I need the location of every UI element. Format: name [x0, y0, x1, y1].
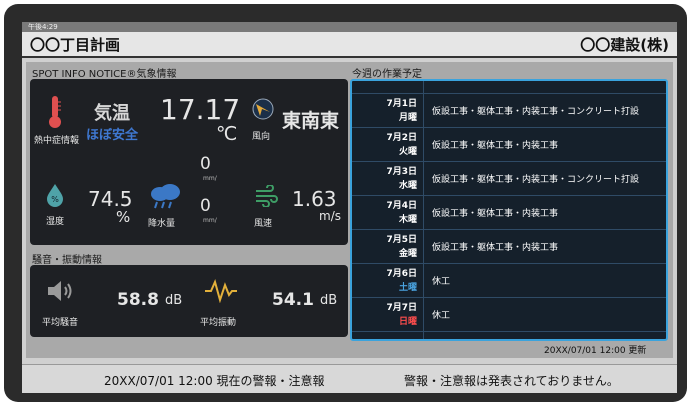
schedule-date-cell: 7月2日火曜 [352, 128, 424, 161]
thermometer-icon [49, 96, 61, 128]
schedule-section-title: 今週の作業予定 [352, 69, 422, 80]
temperature-value: 17.17 [160, 93, 241, 126]
schedule-task: 仮設工事・躯体工事・内装工事 [432, 141, 559, 151]
schedule-task: 仮設工事・躯体工事・内装工事・コンクリート打設 [432, 175, 640, 185]
rain-cloud-icon [151, 184, 180, 209]
temperature-unit: ℃ [216, 123, 238, 145]
schedule-day: 火曜 [398, 146, 417, 157]
svg-text:%: % [51, 195, 59, 204]
wind-direction-icon [252, 98, 274, 120]
schedule-row-empty [352, 331, 666, 339]
project-name: 〇〇丁目計画 [30, 35, 121, 54]
title-bar: 〇〇丁目計画 〇〇建設(株) [22, 32, 677, 58]
wind-speed-unit: m/s [319, 209, 341, 223]
schedule-date: 7月6日 [386, 268, 417, 279]
temperature-label: 気温 [94, 103, 130, 124]
noise-label: 平均騒音 [42, 318, 79, 328]
schedule-task: 仮設工事・躯体工事・内装工事 [432, 243, 559, 253]
vibration-value: 54.1 [272, 290, 314, 310]
noise-section-title: 騒音・振動情報 [32, 255, 102, 266]
schedule-date-spacer [352, 81, 424, 93]
temperature-status: ほぼ安全 [86, 128, 139, 143]
schedule-day: 土曜 [398, 282, 417, 293]
wind-direction-label: 風向 [252, 132, 271, 142]
schedule-updated: 20XX/07/01 12:00 更新 [544, 346, 647, 356]
schedule-date-cell: 7月7日日曜 [352, 298, 424, 331]
schedule-row: 7月7日 日曜 休工 [352, 297, 666, 331]
weather-card: 熱中症情報 気温 ほぼ安全 17.17 ℃ 風向 東南東 % 湿度 74.5 %… [30, 79, 348, 245]
schedule-day: 水曜 [398, 180, 417, 191]
noise-unit: dB [165, 293, 183, 308]
schedule-row: 7月5日 金曜 仮設工事・躯体工事・内装工事 [352, 229, 666, 263]
schedule-task: 仮設工事・躯体工事・内装工事・コンクリート打設 [432, 107, 640, 117]
schedule-row: 7月3日 水曜 仮設工事・躯体工事・内装工事・コンクリート打設 [352, 161, 666, 195]
schedule-date-cell: 7月6日土曜 [352, 264, 424, 297]
schedule-date: 7月7日 [386, 302, 417, 313]
rainfall-value-1: 0 [200, 154, 211, 174]
schedule-date-cell-empty [352, 332, 424, 339]
schedule-row: 7月6日 土曜 休工 [352, 263, 666, 297]
rainfall-unit-1: mm/ [203, 175, 217, 182]
alert-message: 警報・注意報は発表されておりません。 [404, 374, 619, 388]
schedule-table: 7月1日 月曜 仮設工事・躯体工事・内装工事・コンクリート打設 7月2日 火曜 仮設工事・… [350, 79, 668, 341]
humidity-unit: % [116, 208, 131, 226]
schedule-day: 木曜 [398, 214, 417, 225]
rainfall-value-2: 0 [200, 196, 211, 216]
company-name: 〇〇建設(株) [580, 35, 669, 54]
wind-speed-value: 1.63 [292, 187, 337, 211]
vibration-label: 平均振動 [200, 318, 237, 328]
schedule-date-cell: 7月3日水曜 [352, 162, 424, 195]
schedule-row: 7月1日 月曜 仮設工事・躯体工事・内装工事・コンクリート打設 [352, 93, 666, 127]
schedule-date: 7月4日 [386, 200, 417, 211]
humidity-label: 湿度 [46, 217, 65, 227]
device-bezel: 午後4:29 〇〇丁目計画 〇〇建設(株) SPOT INFO NOTICE®気… [4, 4, 687, 402]
schedule-day: 金曜 [398, 248, 417, 259]
noise-card: 平均騒音 58.8 dB 平均振動 54.1 dB [30, 265, 348, 337]
heatstroke-label: 熱中症情報 [34, 136, 80, 146]
schedule-date: 7月5日 [386, 234, 417, 245]
humidity-drop-icon: % [47, 184, 63, 207]
schedule-task: 休工 [432, 311, 451, 321]
schedule-row: 7月2日 火曜 仮設工事・躯体工事・内装工事 [352, 127, 666, 161]
schedule-task: 仮設工事・躯体工事・内装工事 [432, 209, 559, 219]
alert-time-label: 20XX/07/01 12:00 現在の警報・注意報 [104, 374, 325, 388]
alert-bar: 20XX/07/01 12:00 現在の警報・注意報 警報・注意報は発表されてお… [22, 364, 677, 393]
schedule-date-cell: 7月4日木曜 [352, 196, 424, 229]
schedule-day: 月曜 [398, 112, 417, 123]
schedule-header-spacer [352, 81, 666, 93]
weather-section-title: SPOT INFO NOTICE®気象情報 [32, 69, 177, 80]
schedule-row: 7月4日 木曜 仮設工事・躯体工事・内装工事 [352, 195, 666, 229]
status-bar: 午後4:29 [22, 22, 677, 32]
noise-value: 58.8 [117, 290, 159, 310]
vibration-wave-icon [205, 279, 237, 303]
speaker-icon [48, 281, 72, 301]
schedule-date: 7月3日 [386, 166, 417, 177]
rainfall-label: 降水量 [148, 219, 176, 229]
signage-screen: 午後4:29 〇〇丁目計画 〇〇建設(株) SPOT INFO NOTICE®気… [22, 22, 677, 393]
wind-speed-label: 風速 [254, 219, 273, 229]
rainfall-unit-2: mm/ [203, 217, 217, 224]
wind-direction-value: 東南東 [282, 110, 340, 132]
schedule-date: 7月1日 [386, 98, 417, 109]
vibration-unit: dB [320, 293, 338, 308]
main-panel: SPOT INFO NOTICE®気象情報 熱中症情報 気温 ほぼ安全 17.1… [26, 62, 673, 358]
wind-icon [256, 185, 278, 207]
schedule-task: 休工 [432, 277, 451, 287]
schedule-date-cell: 7月1日月曜 [352, 94, 424, 127]
schedule-day: 日曜 [398, 316, 417, 327]
schedule-date-cell: 7月5日金曜 [352, 230, 424, 263]
status-time: 午後4:29 [28, 23, 58, 31]
schedule-date: 7月2日 [386, 132, 417, 143]
